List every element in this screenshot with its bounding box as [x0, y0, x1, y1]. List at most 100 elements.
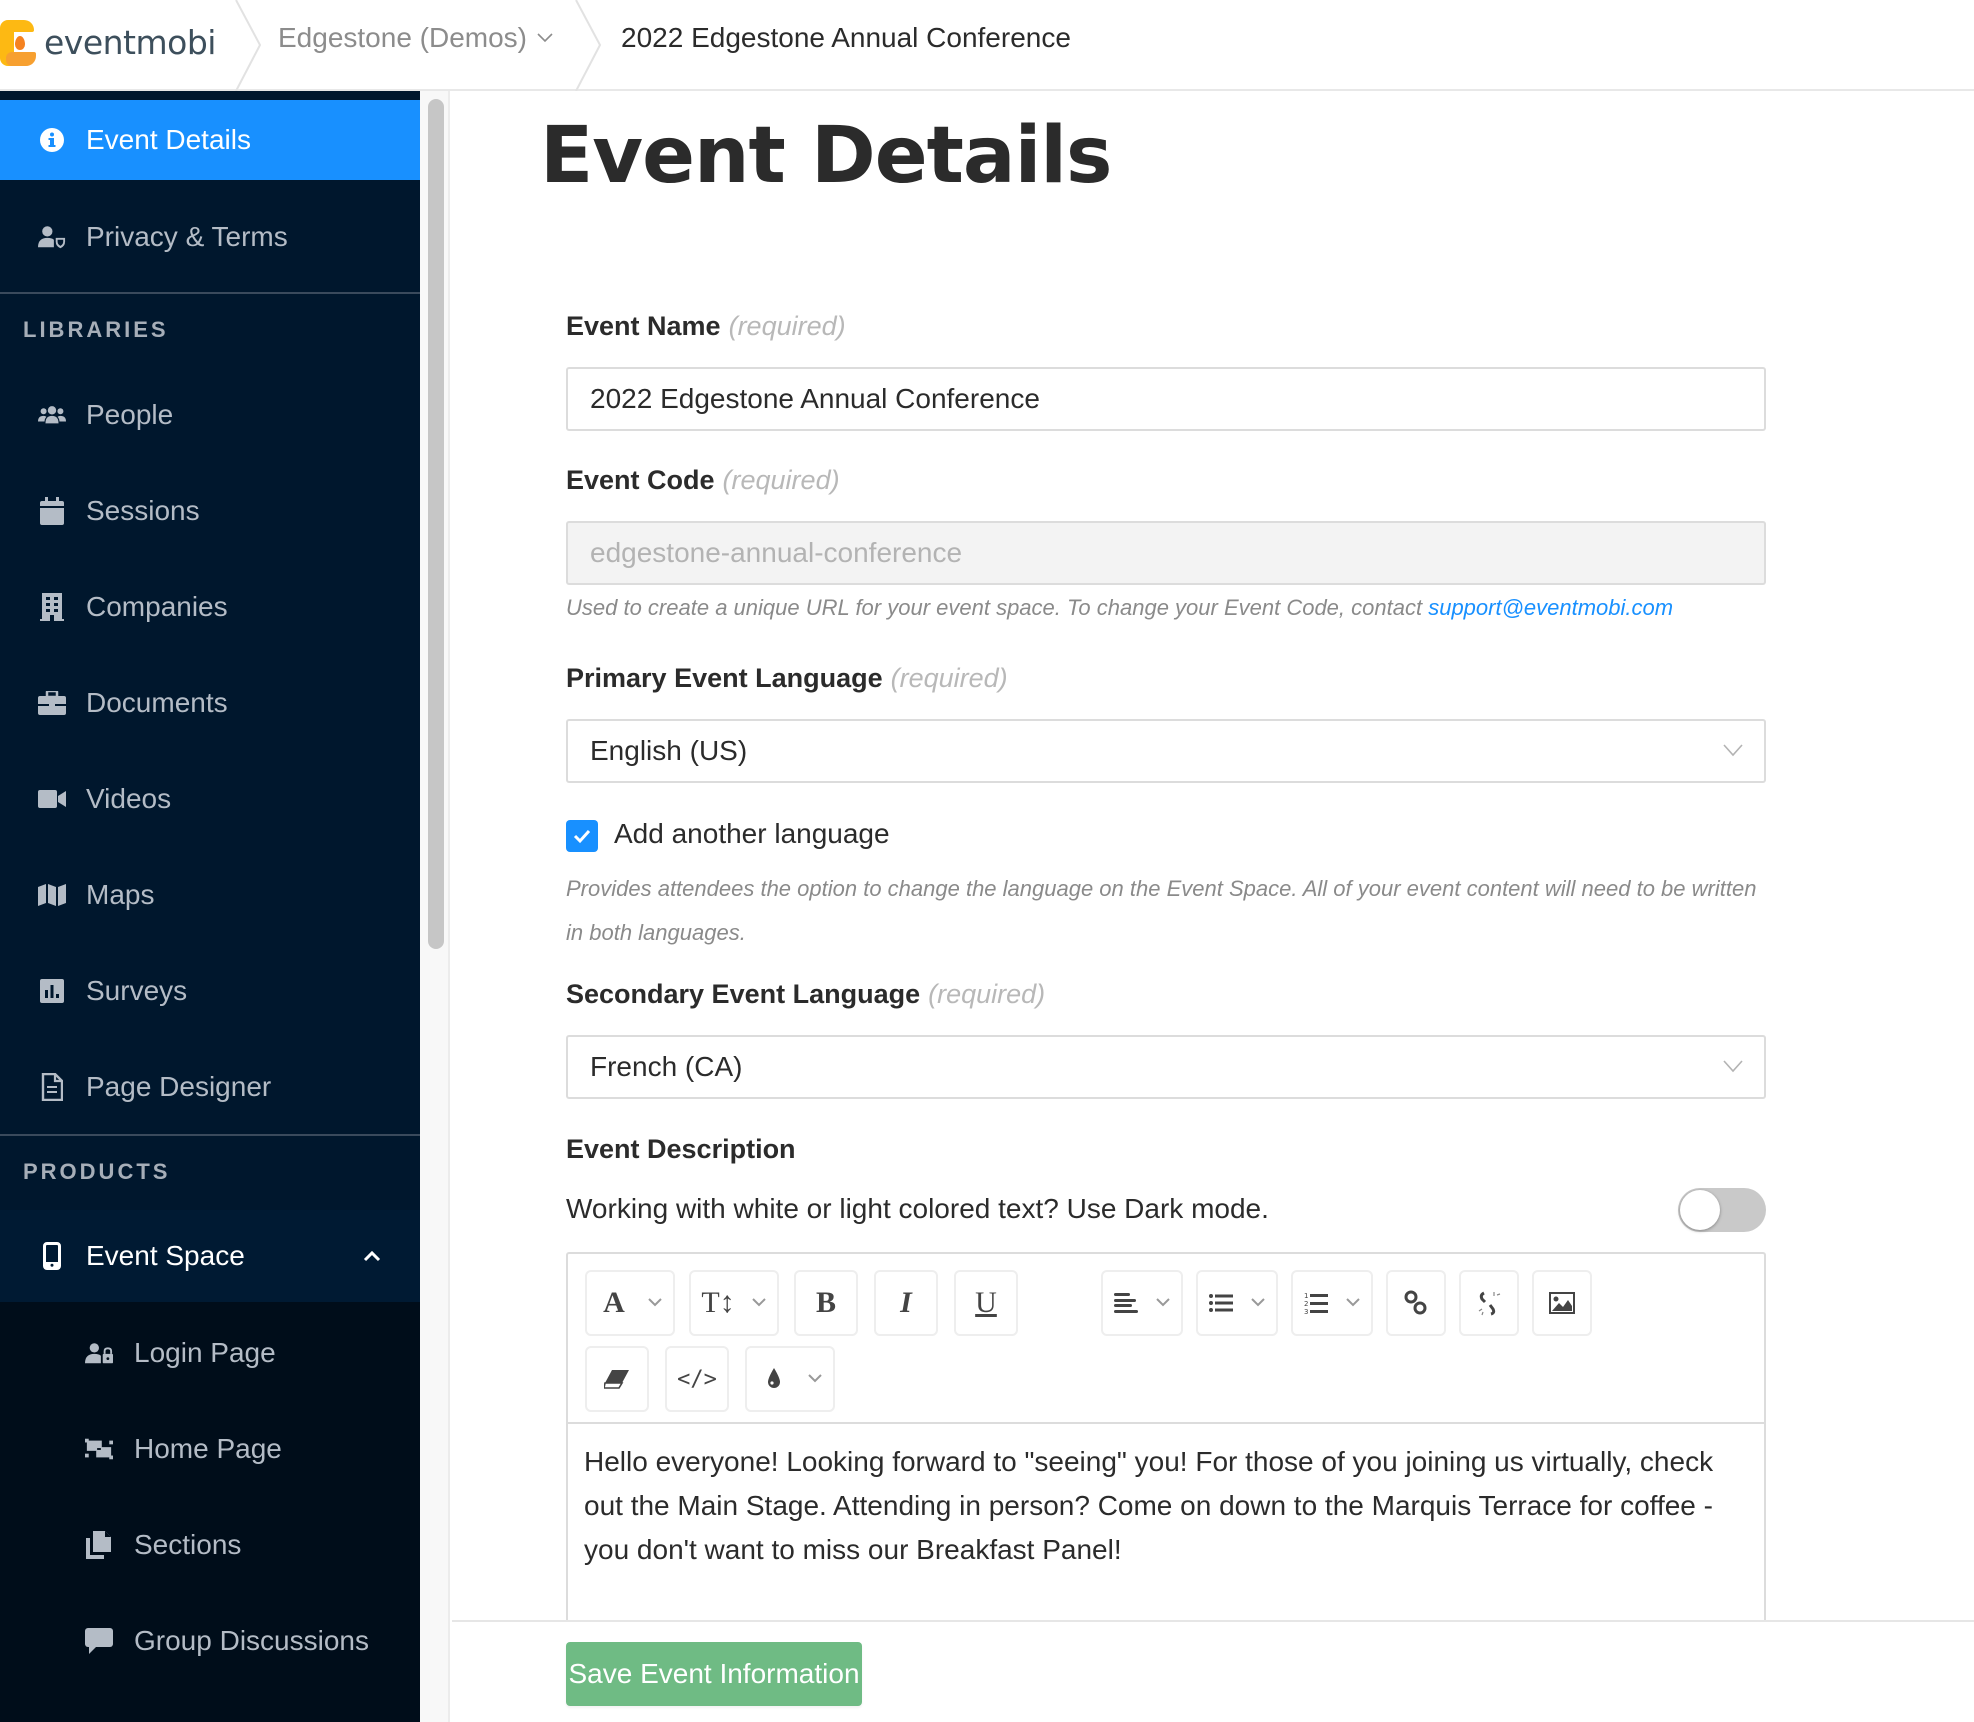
align-left-icon	[1114, 1292, 1138, 1314]
event-description-label: Event Description	[566, 1134, 796, 1164]
add-language-help: Provides attendees the option to change …	[566, 876, 1757, 945]
underline-icon: U	[975, 1286, 997, 1319]
top-header: eventmobi Edgestone (Demos) 2022 Edgesto…	[0, 0, 1974, 92]
chevron-down-icon	[752, 1298, 766, 1307]
breadcrumb-separator	[572, 0, 602, 92]
map-icon	[38, 881, 66, 909]
sidebar-item-label: Surveys	[86, 975, 188, 1006]
calendar-icon	[38, 497, 66, 525]
svg-text:3: 3	[1304, 1308, 1308, 1315]
main-content: Event Details Event Name (required) 2022 …	[452, 93, 1974, 1722]
align-button[interactable]	[1101, 1270, 1183, 1336]
eraser-icon	[604, 1369, 630, 1389]
sidebar-item-companies[interactable]: Companies	[0, 567, 420, 647]
building-icon	[38, 593, 66, 621]
required-tag: (required)	[722, 465, 840, 495]
logo-mark-icon	[0, 16, 38, 68]
sidebar-scrollbar[interactable]	[420, 91, 450, 1722]
underline-button[interactable]: U	[954, 1270, 1018, 1336]
label-text: Secondary Event Language	[566, 979, 921, 1009]
chevron-down-icon	[808, 1374, 822, 1383]
font-color-icon: A	[603, 1286, 625, 1319]
link-button[interactable]	[1386, 1270, 1446, 1336]
libraries-heading: LIBRARIES	[23, 317, 169, 342]
help-text: Used to create a unique URL for your eve…	[566, 595, 1429, 620]
secondary-language-label: Secondary Event Language (required)	[566, 979, 1045, 1010]
required-tag: (required)	[890, 663, 1008, 693]
video-camera-icon	[38, 785, 66, 813]
sidebar-item-label: Companies	[86, 591, 228, 622]
dark-mode-toggle[interactable]	[1678, 1188, 1766, 1232]
support-email-link[interactable]: support@eventmobi.com	[1428, 595, 1673, 620]
event-code-label: Event Code (required)	[566, 465, 840, 496]
sidebar-item-label: Sessions	[86, 495, 200, 526]
sidebar-item-page-designer[interactable]: Page Designer	[0, 1047, 420, 1127]
select-value: English (US)	[590, 735, 748, 766]
numbered-list-button[interactable]: 123	[1291, 1270, 1373, 1336]
breadcrumb-event-title[interactable]: 2022 Edgestone Annual Conference	[621, 22, 1071, 54]
secondary-language-select[interactable]: French (CA)	[566, 1035, 1766, 1099]
bold-button[interactable]: B	[794, 1270, 858, 1336]
event-code-help: Used to create a unique URL for your eve…	[566, 595, 1673, 621]
sidebar-item-label: Sections	[134, 1529, 242, 1560]
editor-content[interactable]: Hello everyone! Looking forward to "seei…	[584, 1440, 1754, 1572]
bullet-list-button[interactable]	[1196, 1270, 1278, 1336]
sidebar-item-home-page[interactable]: Home Page	[0, 1409, 420, 1489]
organization-dropdown[interactable]: Edgestone (Demos)	[278, 22, 553, 54]
event-name-input[interactable]: 2022 Edgestone Annual Conference	[566, 367, 1766, 431]
sidebar-divider	[0, 292, 420, 294]
required-tag: (required)	[728, 311, 846, 341]
sidebar-item-privacy-terms[interactable]: Privacy & Terms	[0, 197, 420, 277]
sidebar-item-label: Login Page	[134, 1337, 276, 1368]
select-value: French (CA)	[590, 1051, 743, 1082]
scrollbar-thumb[interactable]	[428, 99, 444, 949]
sidebar-item-surveys[interactable]: Surveys	[0, 951, 420, 1031]
label-text: Event Code	[566, 465, 715, 495]
image-button[interactable]	[1532, 1270, 1592, 1336]
sidebar: Event Details Privacy & Terms LIBRARIES …	[0, 91, 420, 1722]
italic-button[interactable]: I	[874, 1270, 938, 1336]
sidebar-item-group-discussions[interactable]: Group Discussions	[0, 1601, 420, 1681]
font-color-button[interactable]: A	[585, 1270, 675, 1336]
file-icon	[38, 1073, 66, 1101]
sidebar-item-sessions[interactable]: Sessions	[0, 471, 420, 551]
input-value: 2022 Edgestone Annual Conference	[590, 383, 1040, 414]
code-view-button[interactable]: </>	[665, 1346, 729, 1412]
sidebar-item-sections[interactable]: Sections	[0, 1505, 420, 1585]
sidebar-item-label: Page Designer	[86, 1071, 272, 1102]
text-color-button[interactable]	[745, 1346, 835, 1412]
unlink-button[interactable]	[1459, 1270, 1519, 1336]
save-event-information-button[interactable]: Save Event Information	[566, 1642, 862, 1706]
text-size-button[interactable]: T↕	[689, 1270, 779, 1336]
italic-icon: I	[900, 1286, 912, 1319]
sidebar-item-people[interactable]: People	[0, 375, 420, 455]
logo-text: eventmobi	[44, 22, 216, 62]
toggle-knob	[1680, 1190, 1720, 1230]
list-ul-icon	[1209, 1293, 1233, 1313]
code-icon: </>	[677, 1366, 717, 1392]
add-language-label[interactable]: Add another language	[614, 818, 890, 850]
sidebar-item-maps[interactable]: Maps	[0, 855, 420, 935]
dark-mode-hint: Working with white or light colored text…	[566, 1193, 1269, 1224]
bar-chart-icon	[38, 977, 66, 1005]
sidebar-item-event-space[interactable]: Event Space	[0, 1210, 420, 1302]
add-language-checkbox[interactable]	[566, 820, 598, 852]
chevron-up-icon[interactable]	[362, 1250, 382, 1262]
sidebar-item-videos[interactable]: Videos	[0, 759, 420, 839]
eventmobi-logo[interactable]: eventmobi	[0, 14, 216, 70]
link-icon	[1404, 1290, 1428, 1316]
input-value: edgestone-annual-conference	[590, 537, 963, 568]
clear-format-button[interactable]	[585, 1346, 649, 1412]
chevron-down-icon	[648, 1298, 662, 1307]
svg-text:1: 1	[1304, 1292, 1308, 1300]
primary-language-select[interactable]: English (US)	[566, 719, 1766, 783]
sidebar-item-login-page[interactable]: Login Page	[0, 1313, 420, 1393]
chevron-down-icon	[1723, 1060, 1743, 1073]
sidebar-item-documents[interactable]: Documents	[0, 663, 420, 743]
event-code-input: edgestone-annual-conference	[566, 521, 1766, 585]
user-shield-icon	[38, 223, 66, 251]
editor-toolbar: A T↕ B I U 1 2 3 </>	[568, 1254, 1764, 1424]
sidebar-divider	[0, 1134, 420, 1136]
organization-name: Edgestone (Demos)	[278, 22, 528, 53]
sidebar-item-event-details[interactable]: Event Details	[0, 100, 420, 180]
